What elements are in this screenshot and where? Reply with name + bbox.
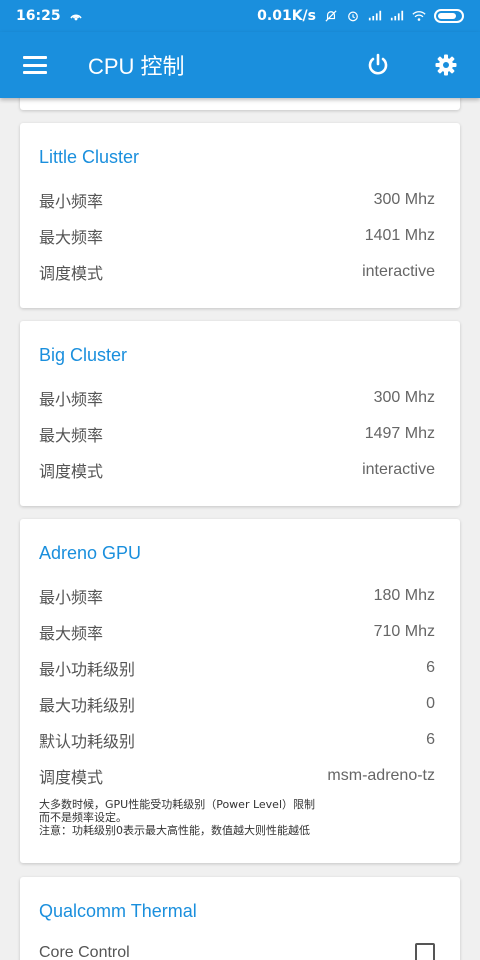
max-freq-row[interactable]: 最大频率 1497 Mhz: [39, 422, 435, 446]
core-control-checkbox[interactable]: [415, 943, 435, 960]
menu-icon: [23, 56, 47, 74]
signal-icon: [368, 10, 382, 21]
note-line: 而不是频率设定。: [39, 811, 127, 824]
hotspot-icon: [69, 14, 82, 21]
app-toolbar: CPU 控制: [0, 32, 480, 98]
row-value: 6: [426, 731, 435, 748]
alarm-icon: [348, 11, 358, 22]
min-freq-row[interactable]: 最小频率 300 Mhz: [39, 386, 435, 410]
note-line: 注意：功耗级别0表示最大高性能，数值越大则性能越低: [39, 824, 310, 837]
min-power-level-row[interactable]: 最小功耗级别 6: [39, 656, 435, 680]
row-label: Core Control: [39, 944, 130, 960]
row-label: 最小频率: [39, 590, 104, 607]
status-bar: 16:25 0.01K/s: [0, 0, 480, 32]
row-label: 调度模式: [39, 464, 104, 481]
row-value: 710 Mhz: [373, 623, 435, 640]
min-freq-row[interactable]: 最小频率 300 Mhz: [39, 188, 435, 212]
row-label: 默认功耗级别: [39, 734, 136, 751]
little-cluster-card: Little Cluster 最小频率 300 Mhz 最大频率 1401 Mh…: [20, 123, 460, 308]
status-time: 16:25: [16, 8, 61, 24]
qualcomm-thermal-card: Qualcomm Thermal Core Control: [20, 877, 460, 960]
row-label: 调度模式: [39, 266, 104, 283]
governor-row[interactable]: 调度模式 interactive: [39, 458, 435, 482]
max-freq-row[interactable]: 最大频率 710 Mhz: [39, 620, 435, 644]
card-title: Qualcomm Thermal: [39, 901, 197, 921]
row-label: 最大频率: [39, 230, 104, 247]
wifi-icon: [412, 11, 426, 21]
previous-card: [20, 98, 460, 110]
row-value: 300 Mhz: [373, 191, 435, 208]
card-title: Big Cluster: [39, 345, 128, 365]
battery-icon: [434, 9, 464, 23]
gear-icon: [435, 54, 457, 76]
power-icon: [368, 53, 388, 75]
settings-button[interactable]: [412, 32, 480, 98]
max-power-level-row[interactable]: 最大功耗级别 0: [39, 692, 435, 716]
signal-icon: [390, 10, 404, 21]
row-value: 0: [426, 695, 435, 712]
row-value: interactive: [362, 461, 435, 478]
min-freq-row[interactable]: 最小频率 180 Mhz: [39, 584, 435, 608]
card-title: Little Cluster: [39, 147, 140, 167]
net-speed: 0.01K/s: [257, 8, 316, 24]
row-label: 最大频率: [39, 428, 104, 445]
menu-button[interactable]: [0, 32, 70, 98]
core-control-row[interactable]: Core Control: [39, 941, 435, 960]
row-label: 调度模式: [39, 770, 104, 787]
row-value: 1401 Mhz: [364, 227, 435, 244]
adreno-gpu-card: Adreno GPU 最小频率 180 Mhz 最大频率 710 Mhz 最小功…: [20, 519, 460, 863]
governor-row[interactable]: 调度模式 msm-adreno-tz: [39, 764, 435, 788]
governor-row[interactable]: 调度模式 interactive: [39, 260, 435, 284]
silent-icon: [325, 10, 337, 22]
power-button[interactable]: [344, 32, 412, 98]
row-value: 1497 Mhz: [364, 425, 435, 442]
status-left: 16:25: [16, 8, 83, 24]
row-value: 180 Mhz: [373, 587, 435, 604]
gpu-note: 大多数时候，GPU性能受功耗级别（Power Level）限制 而不是频率设定。…: [39, 798, 435, 837]
row-label: 最小功耗级别: [39, 662, 136, 679]
row-label: 最大功耗级别: [39, 698, 136, 715]
max-freq-row[interactable]: 最大频率 1401 Mhz: [39, 224, 435, 248]
default-power-level-row[interactable]: 默认功耗级别 6: [39, 728, 435, 752]
note-line: 大多数时候，GPU性能受功耗级别（Power Level）限制: [39, 798, 315, 811]
row-label: 最小频率: [39, 392, 104, 409]
row-value: interactive: [362, 263, 435, 280]
card-title: Adreno GPU: [39, 543, 142, 563]
content-scroll[interactable]: Little Cluster 最小频率 300 Mhz 最大频率 1401 Mh…: [0, 98, 480, 960]
page-title: CPU 控制: [88, 54, 185, 79]
row-value: 6: [426, 659, 435, 676]
row-value: 300 Mhz: [373, 389, 435, 406]
big-cluster-card: Big Cluster 最小频率 300 Mhz 最大频率 1497 Mhz 调…: [20, 321, 460, 506]
row-value: msm-adreno-tz: [327, 767, 435, 784]
status-right: 0.01K/s: [257, 8, 464, 24]
row-label: 最小频率: [39, 194, 104, 211]
row-label: 最大频率: [39, 626, 104, 643]
